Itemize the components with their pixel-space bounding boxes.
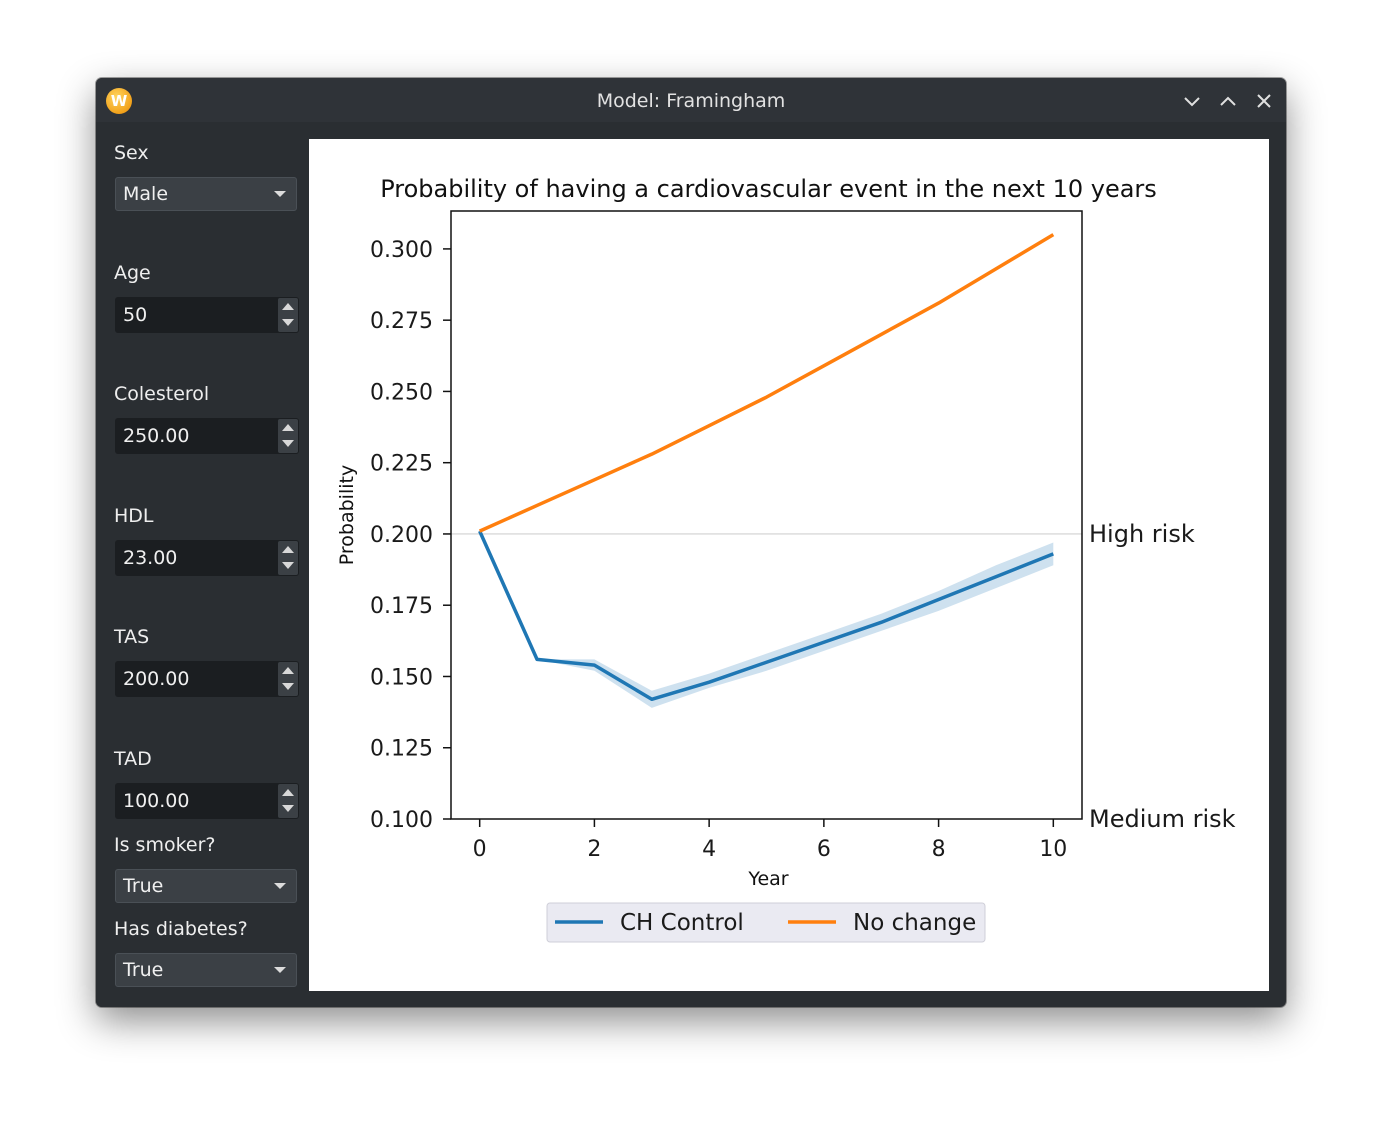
chevron-down-icon <box>274 883 286 889</box>
step-up-icon[interactable] <box>282 424 294 431</box>
tad-spinbox[interactable]: 100.00 <box>115 783 299 819</box>
cholesterol-label: Colesterol <box>114 383 210 405</box>
y-tick-label: 0.150 <box>370 665 433 690</box>
smoker-value: True <box>123 875 164 897</box>
smoker-select[interactable]: True <box>115 869 297 903</box>
legend-label-0: CH Control <box>620 910 744 936</box>
x-tick-label: 2 <box>587 837 601 862</box>
tad-value: 100.00 <box>123 790 190 812</box>
confidence-band-series-0 <box>479 531 1054 708</box>
tad-label: TAD <box>114 748 152 770</box>
x-tick-label: 8 <box>932 837 946 862</box>
minimize-icon[interactable] <box>1181 90 1203 112</box>
y-tick-label: 0.225 <box>370 452 433 477</box>
step-up-icon[interactable] <box>282 546 294 553</box>
age-value: 50 <box>123 304 148 326</box>
diabetes-value: True <box>123 959 164 981</box>
y-tick-label: 0.175 <box>370 594 433 619</box>
parameters-sidebar: Sex Male Age 50 Colesterol 250.00 HDL 23… <box>96 122 309 1007</box>
tas-spinbox[interactable]: 200.00 <box>115 661 299 697</box>
risk-label: High risk <box>1089 520 1195 548</box>
y-tick-label: 0.200 <box>370 523 433 548</box>
maximize-icon[interactable] <box>1217 90 1239 112</box>
tad-stepper[interactable] <box>278 784 298 818</box>
x-axis-label: Year <box>747 868 788 890</box>
step-down-icon[interactable] <box>282 683 294 690</box>
y-tick-label: 0.250 <box>370 380 433 405</box>
sex-label: Sex <box>114 142 149 164</box>
close-icon[interactable] <box>1253 90 1275 112</box>
tas-value: 200.00 <box>123 668 190 690</box>
legend-label-1: No change <box>853 910 976 936</box>
step-up-icon[interactable] <box>282 789 294 796</box>
hdl-spinbox[interactable]: 23.00 <box>115 540 299 576</box>
title-bar: W Model: Framingham <box>96 78 1286 122</box>
cholesterol-stepper[interactable] <box>278 419 298 453</box>
chart-title: Probability of having a cardiovascular e… <box>380 175 1157 203</box>
sex-value: Male <box>123 183 169 205</box>
app-window: W Model: Framingham Sex Male Age 50 Cole… <box>96 78 1286 1007</box>
x-tick-label: 6 <box>817 837 831 862</box>
smoker-label: Is smoker? <box>114 834 216 856</box>
step-down-icon[interactable] <box>282 319 294 326</box>
tas-label: TAS <box>114 626 150 648</box>
y-tick-label: 0.125 <box>370 737 433 762</box>
risk-label: Medium risk <box>1089 805 1236 833</box>
step-down-icon[interactable] <box>282 805 294 812</box>
age-label: Age <box>114 262 151 284</box>
step-down-icon[interactable] <box>282 440 294 447</box>
y-tick-label: 0.100 <box>370 808 433 833</box>
hdl-stepper[interactable] <box>278 541 298 575</box>
cholesterol-value: 250.00 <box>123 425 190 447</box>
diabetes-label: Has diabetes? <box>114 918 248 940</box>
axes-frame <box>450 210 1083 820</box>
y-axis-label: Probability <box>336 465 358 565</box>
step-up-icon[interactable] <box>282 667 294 674</box>
chevron-down-icon <box>274 191 286 197</box>
y-tick-label: 0.275 <box>370 309 433 334</box>
age-stepper[interactable] <box>278 298 298 332</box>
series-line-1 <box>478 233 1055 533</box>
hdl-value: 23.00 <box>123 547 178 569</box>
x-tick-label: 10 <box>1039 837 1067 862</box>
series-line-0 <box>478 530 1054 702</box>
sex-select[interactable]: Male <box>115 177 297 211</box>
y-tick-label: 0.300 <box>370 238 433 263</box>
cholesterol-spinbox[interactable]: 250.00 <box>115 418 299 454</box>
hdl-label: HDL <box>114 505 154 527</box>
step-up-icon[interactable] <box>282 303 294 310</box>
chevron-down-icon <box>274 967 286 973</box>
age-spinbox[interactable]: 50 <box>115 297 299 333</box>
x-tick-label: 4 <box>702 837 716 862</box>
window-title: Model: Framingham <box>596 90 786 112</box>
probability-chart: Probability of having a cardiovascular e… <box>336 175 1236 943</box>
x-tick-label: 0 <box>473 837 487 862</box>
diabetes-select[interactable]: True <box>115 953 297 987</box>
plot-panel: Probability of having a cardiovascular e… <box>309 139 1269 991</box>
step-down-icon[interactable] <box>282 562 294 569</box>
tas-stepper[interactable] <box>278 662 298 696</box>
